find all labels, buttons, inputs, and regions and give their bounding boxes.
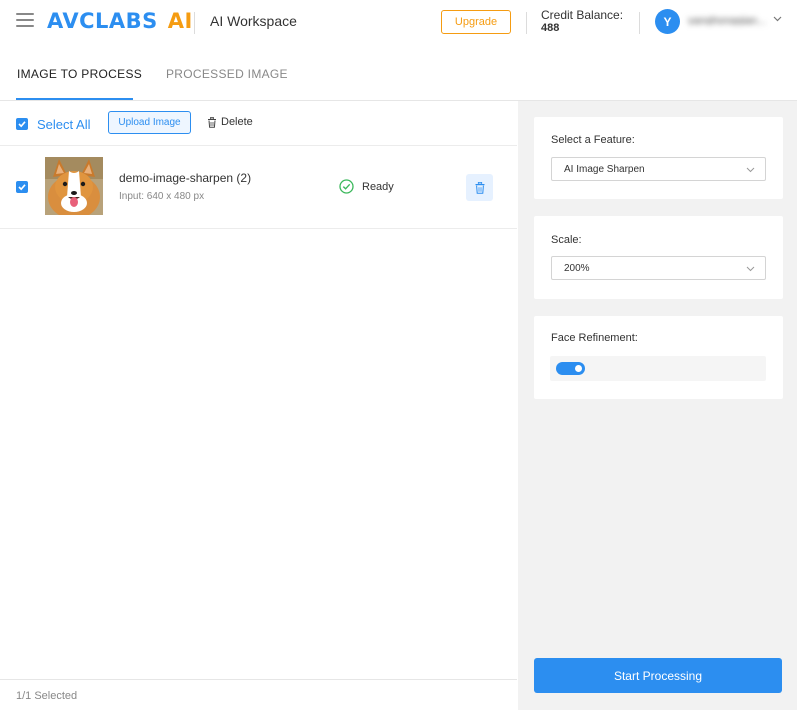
scale-label: Scale: xyxy=(551,234,582,246)
trash-icon xyxy=(208,116,216,128)
row-checkbox[interactable] xyxy=(16,181,28,193)
credit-label: Credit Balance: xyxy=(541,8,624,22)
check-circle-icon xyxy=(339,179,354,194)
file-name: demo-image-sharpen (2) xyxy=(119,171,252,185)
scale-card: Scale: 200% xyxy=(534,216,783,299)
list-item[interactable]: demo-image-sharpen (2) Input: 640 x 480 … xyxy=(0,147,517,229)
face-refinement-row xyxy=(550,356,766,381)
delete-label: Delete xyxy=(221,116,253,128)
toggle-knob xyxy=(575,365,582,372)
delete-button[interactable]: Delete xyxy=(207,116,253,128)
select-all-checkbox[interactable] xyxy=(16,118,28,130)
upload-image-button[interactable]: Upload Image xyxy=(108,111,191,134)
username[interactable]: yanghongqian... xyxy=(688,15,768,25)
divider xyxy=(194,12,195,34)
start-processing-button[interactable]: Start Processing xyxy=(534,658,782,693)
chevron-down-icon xyxy=(746,167,755,173)
feature-select[interactable]: AI Image Sharpen xyxy=(551,157,766,181)
chevron-down-icon[interactable] xyxy=(773,16,782,22)
active-tab-indicator xyxy=(16,98,133,100)
menu-icon[interactable] xyxy=(16,13,34,27)
logo-brand: AVCLABS xyxy=(47,9,158,33)
image-list-panel: Select All Upload Image Delete demo-imag… xyxy=(0,101,517,710)
tab-bar: IMAGE TO PROCESS PROCESSED IMAGE xyxy=(0,46,797,101)
input-size: Input: 640 x 480 px xyxy=(119,191,205,202)
check-icon xyxy=(18,184,26,191)
chevron-down-icon xyxy=(746,266,755,272)
selected-count: 1/1 Selected xyxy=(16,690,78,702)
selection-footer: 1/1 Selected xyxy=(0,679,517,710)
feature-card: Select a Feature: AI Image Sharpen xyxy=(534,117,783,199)
app-header: AVCLABS AI AI Workspace Upgrade Credit Ba… xyxy=(0,0,797,46)
scale-value: 200% xyxy=(564,263,590,274)
tab-image-to-process[interactable]: IMAGE TO PROCESS xyxy=(17,67,142,81)
upgrade-button[interactable]: Upgrade xyxy=(441,10,511,34)
divider xyxy=(639,12,640,34)
credit-value: 488 xyxy=(541,22,560,34)
image-thumbnail xyxy=(45,157,103,215)
check-icon xyxy=(18,121,26,128)
settings-panel: Select a Feature: AI Image Sharpen Scale… xyxy=(518,101,797,710)
status-badge: Ready xyxy=(339,179,394,194)
row-delete-button[interactable] xyxy=(466,174,493,201)
tab-processed-image[interactable]: PROCESSED IMAGE xyxy=(166,67,288,81)
feature-label: Select a Feature: xyxy=(551,134,635,146)
scale-select[interactable]: 200% xyxy=(551,256,766,280)
face-refinement-label: Face Refinement: xyxy=(551,332,638,344)
logo: AVCLABS AI xyxy=(47,9,193,33)
divider xyxy=(526,12,527,34)
logo-ai: AI xyxy=(167,9,193,33)
credit-balance: Credit Balance: 488 xyxy=(541,9,623,35)
avatar[interactable]: Y xyxy=(655,9,680,34)
list-toolbar: Select All Upload Image Delete xyxy=(0,101,517,146)
dog-thumbnail-image xyxy=(45,157,103,215)
face-refinement-card: Face Refinement: xyxy=(534,316,783,399)
face-refinement-toggle[interactable] xyxy=(556,362,585,375)
trash-icon xyxy=(475,181,484,194)
workspace-title: AI Workspace xyxy=(210,13,297,29)
status-text: Ready xyxy=(362,180,394,193)
select-all-label[interactable]: Select All xyxy=(37,117,90,132)
feature-value: AI Image Sharpen xyxy=(564,164,645,175)
